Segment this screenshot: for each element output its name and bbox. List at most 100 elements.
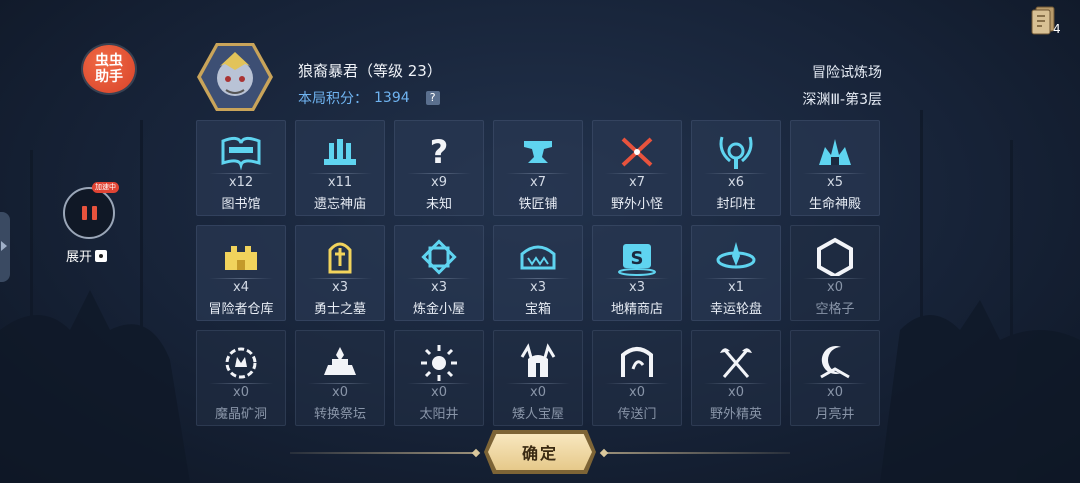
- pause-button[interactable]: [63, 187, 115, 239]
- room-count: x4: [233, 280, 249, 295]
- book-icon: [219, 131, 263, 171]
- tile-divider: [209, 383, 273, 384]
- confirm-divider-right: [604, 452, 790, 454]
- room-tile[interactable]: x0 魔晶矿洞: [196, 330, 286, 426]
- side-drawer-handle[interactable]: [0, 212, 10, 282]
- room-name: 未知: [425, 197, 452, 212]
- score-label: 本局积分：: [298, 91, 368, 107]
- helper-line1: 虫虫: [95, 53, 123, 69]
- room-count: x5: [827, 175, 843, 190]
- tile-divider: [803, 383, 867, 384]
- portal-icon: [615, 341, 659, 381]
- room-tile[interactable]: x5 生命神殿: [790, 120, 880, 216]
- room-name: 传送门: [617, 407, 657, 422]
- boss-avatar: [197, 43, 273, 111]
- tile-divider: [704, 173, 768, 174]
- room-tile[interactable]: ? x9 未知: [394, 120, 484, 216]
- expand-label: 展开: [66, 250, 93, 265]
- alchemy-icon: [417, 236, 461, 276]
- expand-button[interactable]: 展开: [66, 246, 108, 265]
- room-count: x1: [728, 280, 744, 295]
- pause-icon: [81, 206, 97, 220]
- moon-well-icon: [813, 341, 857, 381]
- room-tile[interactable]: x0 太阳井: [394, 330, 484, 426]
- score-value: 1394: [374, 90, 410, 106]
- room-tile[interactable]: x0 空格子: [790, 225, 880, 321]
- room-name: 冒险者仓库: [208, 302, 274, 317]
- crossed-axes-icon: [714, 341, 758, 381]
- tile-divider: [704, 278, 768, 279]
- tile-divider: [605, 383, 669, 384]
- score-row: 本局积分： 1394 ?: [298, 88, 440, 108]
- room-tile[interactable]: x6 封印柱: [691, 120, 781, 216]
- room-name: 宝箱: [524, 302, 551, 317]
- room-tile[interactable]: x0 传送门: [592, 330, 682, 426]
- room-name: 矮人宝屋: [511, 407, 564, 422]
- room-count: x3: [629, 280, 645, 295]
- room-tile[interactable]: x0 转换祭坛: [295, 330, 385, 426]
- anvil-icon: [516, 131, 560, 171]
- room-count: x0: [827, 385, 843, 400]
- room-tile[interactable]: x1 幸运轮盘: [691, 225, 781, 321]
- tile-divider: [209, 278, 273, 279]
- svg-text:S: S: [631, 248, 644, 269]
- room-name: 幸运轮盘: [709, 302, 762, 317]
- room-name: 遗忘神庙: [313, 197, 366, 212]
- seal-pillar-icon: [714, 131, 758, 171]
- treasure-chest-icon: [516, 236, 560, 276]
- helper-badge[interactable]: 虫虫 助手: [83, 45, 135, 93]
- room-tile[interactable]: x7 野外小怪: [592, 120, 682, 216]
- room-tile[interactable]: x0 野外精英: [691, 330, 781, 426]
- altar-icon: [318, 341, 362, 381]
- confirm-button[interactable]: 确定: [488, 434, 592, 470]
- room-tile[interactable]: x0 月亮井: [790, 330, 880, 426]
- room-name: 勇士之墓: [313, 302, 366, 317]
- dice-icon: [95, 249, 108, 262]
- room-count: x7: [530, 175, 546, 190]
- room-tile[interactable]: Sx3 地精商店: [592, 225, 682, 321]
- room-name: 图书馆: [221, 197, 261, 212]
- dwarf-helmet-icon: [516, 341, 560, 381]
- room-name: 生命神殿: [808, 197, 861, 212]
- room-tile[interactable]: x4 冒险者仓库: [196, 225, 286, 321]
- tile-divider: [803, 278, 867, 279]
- room-tile[interactable]: x3 宝箱: [493, 225, 583, 321]
- tile-divider: [506, 173, 570, 174]
- room-count: x0: [728, 385, 744, 400]
- sun-well-icon: [417, 341, 461, 381]
- room-tile[interactable]: x7 铁匠铺: [493, 120, 583, 216]
- room-count: x0: [530, 385, 546, 400]
- room-name: 野外小怪: [610, 197, 663, 212]
- room-tile[interactable]: x3 勇士之墓: [295, 225, 385, 321]
- room-count: x3: [431, 280, 447, 295]
- room-name: 太阳井: [419, 407, 459, 422]
- tile-divider: [506, 383, 570, 384]
- room-count: x0: [827, 280, 843, 295]
- tile-divider: [605, 173, 669, 174]
- tile-divider: [407, 173, 471, 174]
- room-count: x0: [233, 385, 249, 400]
- room-count: x0: [332, 385, 348, 400]
- room-name: 月亮井: [815, 407, 855, 422]
- room-name: 封印柱: [716, 197, 756, 212]
- mode-floor: 深渊Ⅲ-第3层: [802, 92, 882, 108]
- room-name: 空格子: [815, 302, 855, 317]
- room-tile[interactable]: x12 图书馆: [196, 120, 286, 216]
- life-shrine-icon: [813, 131, 857, 171]
- tile-divider: [803, 173, 867, 174]
- svg-text:?: ?: [430, 133, 449, 171]
- confirm-divider-left: [290, 452, 476, 454]
- tile-divider: [605, 278, 669, 279]
- goblin-shop-icon: S: [615, 236, 659, 276]
- crossed-swords-icon: [615, 131, 659, 171]
- room-tile[interactable]: x0 矮人宝屋: [493, 330, 583, 426]
- tile-divider: [704, 383, 768, 384]
- tile-divider: [209, 173, 273, 174]
- room-count: x11: [327, 175, 353, 190]
- question-icon: ?: [417, 131, 461, 171]
- tomb-icon: [318, 236, 362, 276]
- tile-divider: [308, 173, 372, 174]
- room-tile[interactable]: x3 炼金小屋: [394, 225, 484, 321]
- room-tile[interactable]: x11 遗忘神庙: [295, 120, 385, 216]
- score-help-icon[interactable]: ?: [425, 91, 440, 105]
